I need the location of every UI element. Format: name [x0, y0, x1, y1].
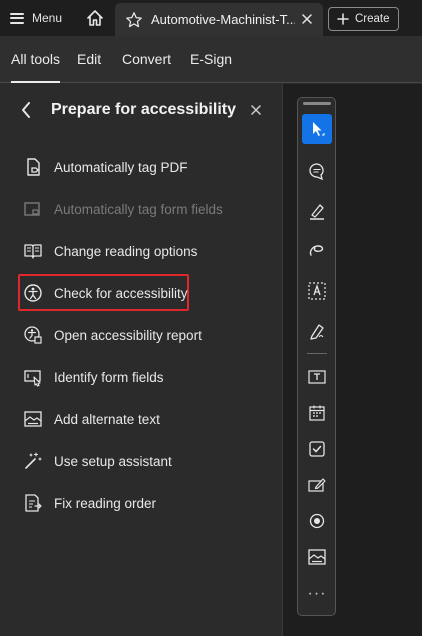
checkbox-icon [309, 441, 325, 457]
tool-use-setup-assistant[interactable]: Use setup assistant [22, 446, 262, 476]
radio-button-tool-button[interactable] [302, 506, 332, 536]
tab-e-sign[interactable]: E-Sign [190, 51, 232, 67]
select-pointer-icon [313, 122, 325, 136]
tag-form-fields-icon [22, 198, 44, 220]
text-select-tool-button[interactable] [302, 276, 332, 306]
date-field-tool-button[interactable] [302, 398, 332, 428]
tool-label: Automatically tag form fields [54, 201, 223, 217]
add-comment-icon [309, 163, 324, 181]
sign-icon [310, 324, 324, 340]
tool-open-accessibility-report[interactable]: Open accessibility report [22, 320, 262, 350]
book-icon [22, 240, 44, 262]
tool-label: Check for accessibility [54, 285, 188, 301]
image-field-icon [308, 549, 326, 565]
create-label: Create [355, 13, 390, 25]
tool-identify-form-fields[interactable]: Identify form fields [22, 362, 262, 392]
tool-automatically-tag-pdf[interactable]: Automatically tag PDF [22, 152, 262, 182]
home-icon [87, 10, 103, 26]
menu-button[interactable]: Menu [0, 0, 74, 36]
signature-field-tool-button[interactable] [302, 470, 332, 500]
radio-button-icon [309, 513, 325, 529]
chevron-left-icon [22, 102, 30, 118]
more-tools-button[interactable]: ··· [302, 585, 332, 605]
tool-label: Use setup assistant [54, 453, 172, 469]
tool-check-for-accessibility[interactable]: Check for accessibility [22, 278, 262, 308]
close-icon [251, 105, 261, 115]
tool-label: Identify form fields [54, 369, 164, 385]
draw-tool-button[interactable] [302, 236, 332, 266]
tool-label: Change reading options [54, 243, 198, 259]
create-button[interactable]: Create [328, 7, 399, 31]
back-button[interactable] [16, 98, 36, 122]
plus-icon [337, 13, 349, 25]
comment-tool-button[interactable] [302, 156, 332, 186]
accessibility-icon [22, 282, 44, 304]
toolbar-divider [307, 353, 327, 354]
tab-close-button[interactable] [299, 11, 315, 27]
home-button[interactable] [78, 0, 112, 36]
alt-text-icon [22, 408, 44, 430]
accessibility-report-icon [22, 324, 44, 346]
menu-label: Menu [32, 11, 63, 25]
tag-pdf-icon [22, 156, 44, 178]
hamburger-icon [10, 12, 24, 24]
text-select-icon [308, 282, 326, 300]
top-bar: Menu Automotive-Machinist-T... Create [0, 0, 422, 36]
text-field-tool-button[interactable] [302, 362, 332, 392]
tab-all-tools[interactable]: All tools [11, 51, 61, 83]
sign-tool-button[interactable] [302, 316, 332, 346]
tool-label: Open accessibility report [54, 327, 202, 343]
tools-panel: Prepare for accessibility Automatically … [0, 84, 283, 636]
image-field-tool-button[interactable] [302, 542, 332, 572]
tool-automatically-tag-form-fields: Automatically tag form fields [22, 194, 262, 224]
document-tab[interactable]: Automotive-Machinist-T... [115, 3, 323, 36]
text-field-icon [308, 370, 326, 384]
reading-order-icon [22, 492, 44, 514]
tool-change-reading-options[interactable]: Change reading options [22, 236, 262, 266]
tab-edit[interactable]: Edit [77, 51, 101, 67]
checkbox-tool-button[interactable] [302, 434, 332, 464]
toolbar-grip[interactable] [303, 102, 331, 105]
tool-add-alternate-text[interactable]: Add alternate text [22, 404, 262, 434]
tab-convert[interactable]: Convert [122, 51, 171, 67]
tab-title: Automotive-Machinist-T... [151, 12, 295, 27]
main-nav: All tools Edit Convert E-Sign [0, 36, 422, 83]
signature-field-icon [308, 478, 326, 492]
draw-freehand-icon [309, 245, 324, 256]
tool-fix-reading-order[interactable]: Fix reading order [22, 488, 262, 518]
quick-tools-toolbar: ··· [297, 97, 336, 616]
tool-label: Automatically tag PDF [54, 159, 188, 175]
panel-title: Prepare for accessibility [51, 101, 236, 118]
highlight-tool-button[interactable] [302, 196, 332, 226]
date-field-icon [309, 405, 325, 421]
form-fields-icon [22, 366, 44, 388]
select-tool-button[interactable] [302, 114, 332, 144]
close-icon [302, 14, 312, 24]
panel-header: Prepare for accessibility [0, 84, 283, 136]
panel-close-button[interactable] [248, 102, 264, 118]
tool-label: Fix reading order [54, 495, 157, 511]
highlight-pen-icon [310, 204, 324, 220]
tool-label: Add alternate text [54, 411, 160, 427]
star-icon[interactable] [125, 11, 143, 29]
magic-wand-icon [22, 450, 44, 472]
